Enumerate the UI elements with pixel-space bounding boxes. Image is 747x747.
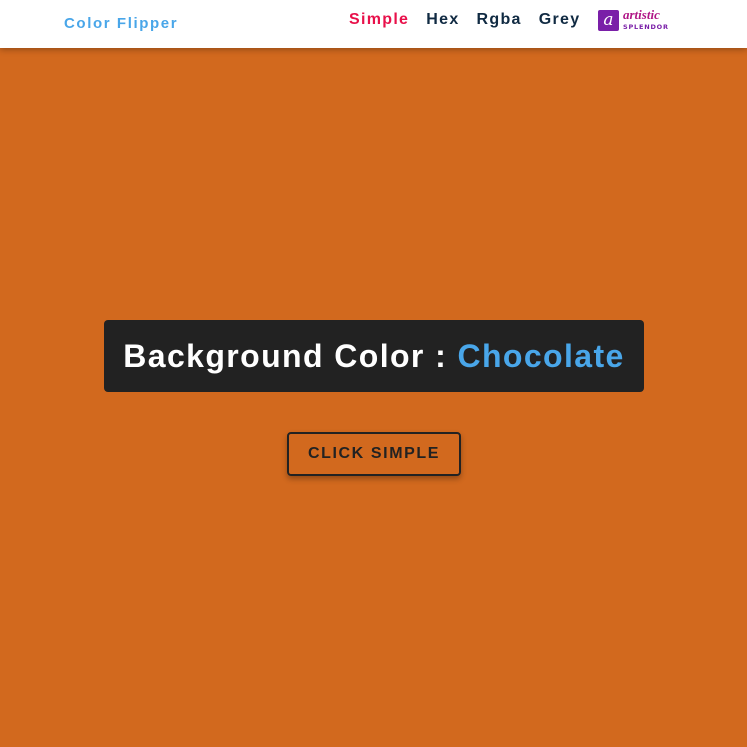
click-simple-button[interactable]: CLICK SIMPLE	[287, 432, 461, 476]
nav-links: Simple Hex Rgba Grey	[349, 11, 580, 29]
brand-link[interactable]: Color Flipper	[64, 15, 178, 32]
logo-text-splendor: SPLENDOR	[623, 23, 669, 31]
color-heading: Background Color : Chocolate	[123, 338, 624, 375]
artistic-splendor-logo[interactable]: a artistic SPLENDOR	[598, 7, 669, 33]
color-label: Background Color :	[123, 337, 448, 374]
nav-link-rgba[interactable]: Rgba	[477, 11, 522, 28]
color-display-box: Background Color : Chocolate	[104, 320, 644, 392]
navbar: Color Flipper Simple Hex Rgba Grey a art…	[0, 0, 747, 48]
color-value: Chocolate	[457, 337, 625, 374]
nav-link-simple[interactable]: Simple	[349, 11, 409, 28]
logo-text-artistic: artistic	[623, 7, 660, 22]
nav-link-hex[interactable]: Hex	[426, 11, 459, 28]
logo-mark-icon: a	[598, 10, 619, 31]
nav-link-grey[interactable]: Grey	[539, 11, 581, 28]
